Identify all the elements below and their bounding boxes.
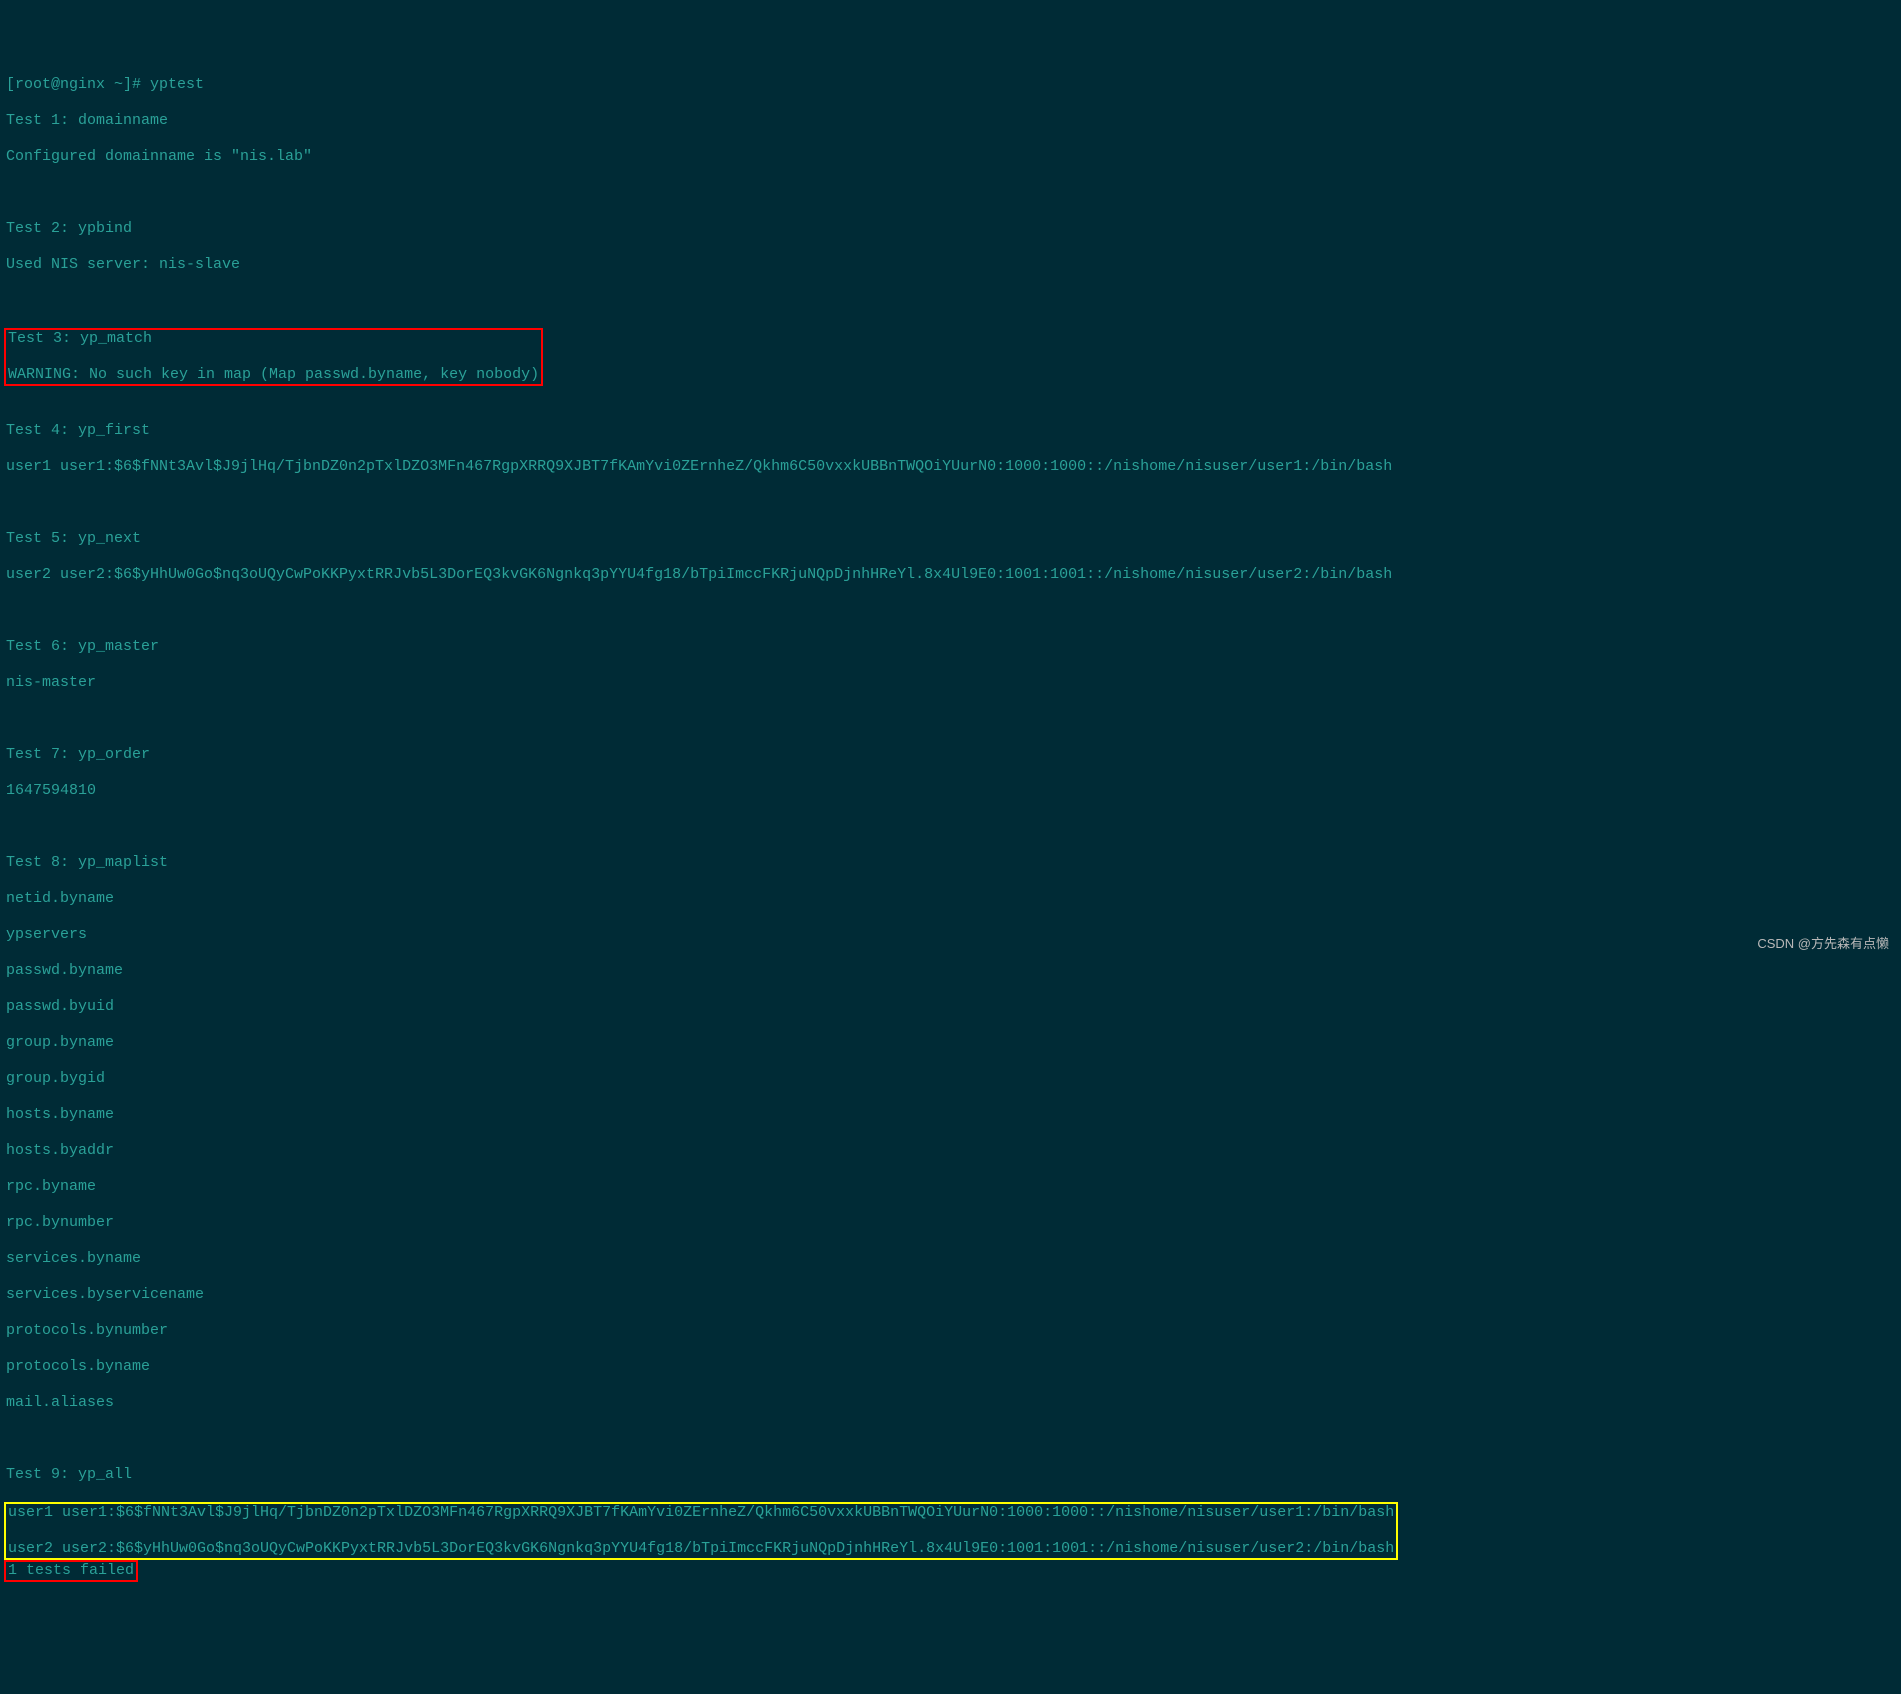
test3-header: Test 3: yp_match [8, 330, 539, 348]
test9-user1: user1 user1:$6$fNNt3Avl$J9jlHq/TjbnDZ0n2… [8, 1504, 1394, 1522]
map-item: services.byservicename [6, 1286, 1895, 1304]
map-item: protocols.bynumber [6, 1322, 1895, 1340]
map-item: protocols.byname [6, 1358, 1895, 1376]
blank [6, 710, 1895, 728]
test6-header: Test 6: yp_master [6, 638, 1895, 656]
map-item: passwd.byuid [6, 998, 1895, 1016]
test5-output: user2 user2:$6$yHhUw0Go$nq3oUQyCwPoKKPyx… [6, 566, 1895, 584]
test2-header: Test 2: ypbind [6, 220, 1895, 238]
tests-failed: 1 tests failed [8, 1562, 134, 1580]
test7-output: 1647594810 [6, 782, 1895, 800]
tests-failed-box: 1 tests failed [4, 1560, 138, 1582]
map-item: netid.byname [6, 890, 1895, 908]
test4-header: Test 4: yp_first [6, 422, 1895, 440]
blank [6, 1430, 1895, 1448]
map-item: group.bygid [6, 1070, 1895, 1088]
test6-output: nis-master [6, 674, 1895, 692]
watermark: CSDN @方先森有点懒 [1757, 935, 1889, 953]
test3-output: WARNING: No such key in map (Map passwd.… [8, 366, 539, 384]
blank [6, 386, 1895, 404]
map-item: hosts.byaddr [6, 1142, 1895, 1160]
blank [6, 292, 1895, 310]
map-item: mail.aliases [6, 1394, 1895, 1412]
test5-header: Test 5: yp_next [6, 530, 1895, 548]
shell-prompt: [root@nginx ~]# yptest [6, 76, 1895, 94]
blank [6, 602, 1895, 620]
test1-header: Test 1: domainname [6, 112, 1895, 130]
blank [6, 818, 1895, 836]
test8-header: Test 8: yp_maplist [6, 854, 1895, 872]
map-item: ypservers [6, 926, 1895, 944]
test3-warning-box: Test 3: yp_match WARNING: No such key in… [4, 328, 543, 386]
blank [6, 494, 1895, 512]
test7-header: Test 7: yp_order [6, 746, 1895, 764]
map-item: rpc.byname [6, 1178, 1895, 1196]
test9-user2: user2 user2:$6$yHhUw0Go$nq3oUQyCwPoKKPyx… [8, 1540, 1394, 1558]
map-item: rpc.bynumber [6, 1214, 1895, 1232]
test1-output: Configured domainname is "nis.lab" [6, 148, 1895, 166]
test4-output: user1 user1:$6$fNNt3Avl$J9jlHq/TjbnDZ0n2… [6, 458, 1895, 476]
map-item: services.byname [6, 1250, 1895, 1268]
map-item: hosts.byname [6, 1106, 1895, 1124]
test9-header: Test 9: yp_all [6, 1466, 1895, 1484]
blank [6, 184, 1895, 202]
map-item: passwd.byname [6, 962, 1895, 980]
test9-users-box: user1 user1:$6$fNNt3Avl$J9jlHq/TjbnDZ0n2… [4, 1502, 1398, 1560]
test2-output: Used NIS server: nis-slave [6, 256, 1895, 274]
map-item: group.byname [6, 1034, 1895, 1052]
